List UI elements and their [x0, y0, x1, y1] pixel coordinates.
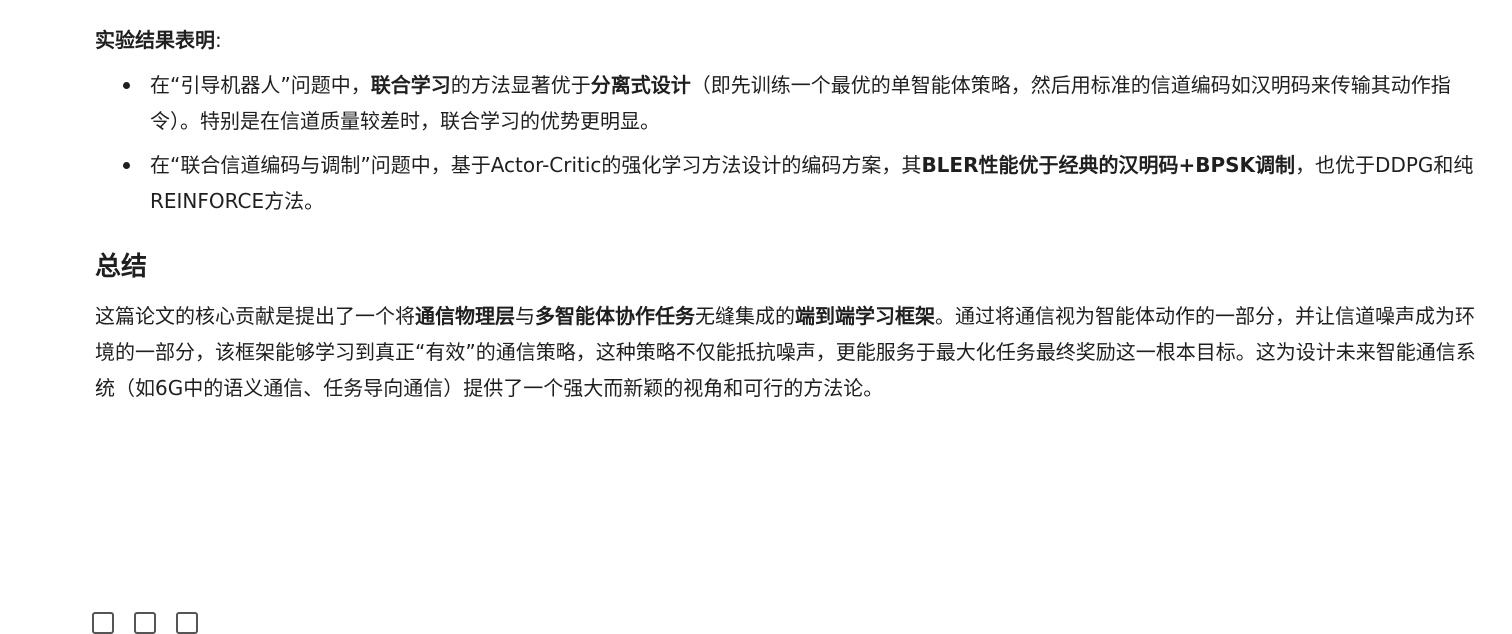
summary-paragraph: 这篇论文的核心贡献是提出了一个将通信物理层与多智能体协作任务无缝集成的端到端学习…: [95, 298, 1480, 406]
bold-term: 分离式设计: [590, 73, 691, 97]
share-icon[interactable]: [176, 612, 198, 634]
refresh-icon[interactable]: [134, 612, 156, 634]
text-segment: 与: [515, 304, 535, 328]
bold-term: 端到端学习框架: [795, 304, 935, 328]
results-heading: 实验结果表明:: [95, 20, 1480, 60]
bold-term: 通信物理层: [415, 304, 515, 328]
results-heading-colon: :: [215, 28, 222, 52]
summary-heading: 总结: [95, 252, 148, 282]
results-list-item: 在“引导机器人”问题中，联合学习的方法显著优于分离式设计（即先训练一个最优的单智…: [95, 67, 1480, 139]
bold-term: 联合学习: [370, 73, 451, 97]
bold-term: 多智能体协作任务: [535, 304, 695, 328]
text-segment: 的方法显著优于: [450, 73, 591, 97]
results-list-item: 在“联合信道编码与调制”问题中，基于Actor-Critic的强化学习方法设计的…: [95, 147, 1480, 219]
text-segment: 在“联合信道编码与调制”问题中，基于Actor-Critic的强化学习方法设计的…: [150, 153, 922, 177]
results-list: 在“引导机器人”问题中，联合学习的方法显著优于分离式设计（即先训练一个最优的单智…: [95, 67, 1480, 219]
bullet-icon: [123, 162, 130, 169]
copy-icon[interactable]: [92, 612, 114, 634]
results-heading-text: 实验结果表明: [95, 28, 215, 52]
document-content: 实验结果表明: 在“引导机器人”问题中，联合学习的方法显著优于分离式设计（即先训…: [95, 20, 1480, 406]
text-segment: 这篇论文的核心贡献是提出了一个将: [95, 304, 415, 328]
text-segment: 无缝集成的: [695, 304, 795, 328]
bullet-icon: [123, 82, 130, 89]
text-segment: 在“引导机器人”问题中，: [150, 73, 371, 97]
bold-term: BLER性能优于经典的汉明码+BPSK调制: [921, 153, 1296, 177]
message-toolbar: [92, 612, 198, 634]
